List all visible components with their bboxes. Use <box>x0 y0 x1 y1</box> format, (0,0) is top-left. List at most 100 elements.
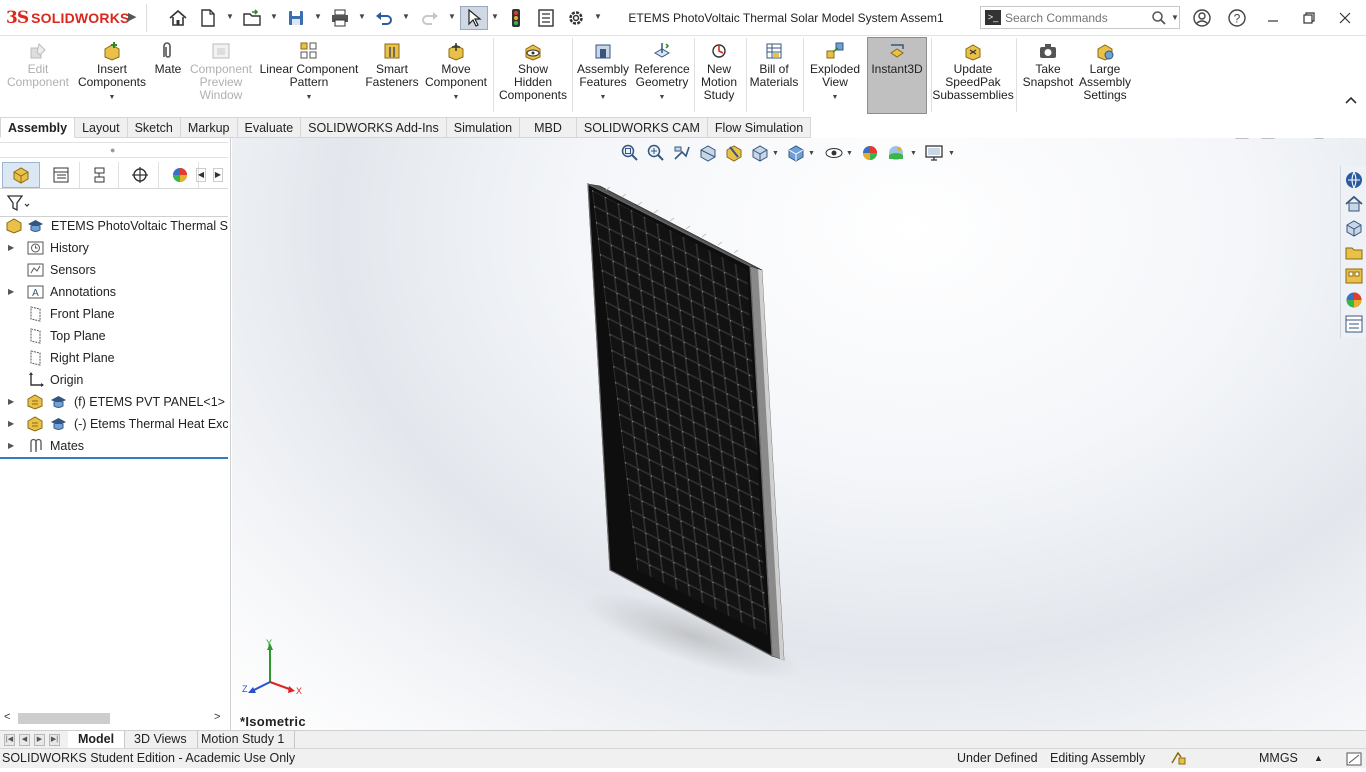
rebuild-traffic-light-icon[interactable] <box>504 6 528 30</box>
tree-item-mates[interactable]: ▶ Mates <box>0 435 228 457</box>
tree-item-heat-exchanger[interactable]: ▶ (-) Etems Thermal Heat Exchanger <box>0 413 228 435</box>
chevron-down-icon[interactable]: ▼ <box>633 91 691 104</box>
tab-cam[interactable]: SOLIDWORKS CAM <box>576 117 708 138</box>
design-library-home-icon[interactable] <box>1344 194 1364 214</box>
scroll-left-icon[interactable]: < <box>4 711 10 723</box>
expand-arrow-icon[interactable]: ▶ <box>8 237 14 259</box>
feature-manager-tab[interactable] <box>2 162 40 188</box>
tab-assembly[interactable]: Assembly <box>0 117 76 138</box>
custom-properties-icon[interactable] <box>1344 314 1364 334</box>
move-component-button[interactable]: Move Component ▼ <box>424 38 488 114</box>
scroll-thumb[interactable] <box>18 713 110 724</box>
help-icon[interactable]: ? <box>1224 6 1250 30</box>
linear-component-pattern-button[interactable]: Linear Component Pattern ▼ <box>258 38 360 114</box>
appearances-scenes-icon[interactable] <box>1344 290 1364 310</box>
tab-layout[interactable]: Layout <box>75 117 128 138</box>
chevron-down-icon[interactable]: ▼ <box>910 150 917 157</box>
new-motion-study-button[interactable]: New Motion Study <box>697 38 741 114</box>
assembly-features-button[interactable]: Assembly Features ▼ <box>575 38 631 114</box>
tree-rollback-bar[interactable] <box>0 457 228 459</box>
tab-sketch[interactable]: Sketch <box>127 117 181 138</box>
panel-splitter[interactable]: ● <box>0 142 228 158</box>
tree-item-right-plane[interactable]: Right Plane <box>0 347 228 369</box>
tile-right-icon[interactable] <box>1258 138 1278 144</box>
view-settings-monitor-icon[interactable] <box>924 143 944 163</box>
chevron-down-icon[interactable]: ▼ <box>424 91 488 104</box>
tree-item-annotations[interactable]: ▶ A Annotations <box>0 281 228 303</box>
chevron-down-icon[interactable]: ▼ <box>402 12 410 22</box>
chevron-down-icon[interactable]: ▼ <box>772 150 779 157</box>
reference-geometry-button[interactable]: Reference Geometry ▼ <box>633 38 691 114</box>
print-icon[interactable] <box>328 6 352 30</box>
mate-button[interactable]: Mate <box>152 38 184 114</box>
chevron-down-icon[interactable]: ▼ <box>226 12 234 22</box>
new-document-icon[interactable] <box>196 6 220 30</box>
chevron-down-icon[interactable]: ▼ <box>258 91 360 104</box>
quick-tips-icon[interactable] <box>1346 752 1362 772</box>
first-tab-icon[interactable]: |◀ <box>4 734 15 746</box>
tab-mbd[interactable]: MBD <box>520 117 577 138</box>
hide-show-items-icon[interactable] <box>824 143 844 163</box>
file-properties-icon[interactable] <box>534 6 558 30</box>
open-document-icon[interactable] <box>240 6 264 30</box>
view-orientation-icon[interactable] <box>750 143 770 163</box>
solidworks-resources-icon[interactable] <box>1344 170 1364 190</box>
expand-arrow-icon[interactable]: ▶ <box>8 435 14 457</box>
select-pointer-icon[interactable] <box>460 6 488 30</box>
tree-item-pvt-panel[interactable]: ▶ (f) ETEMS PVT PANEL<1> (Default) <box>0 391 228 413</box>
next-tab-icon[interactable]: ▶ <box>34 734 45 746</box>
take-snapshot-button[interactable]: Take Snapshot <box>1020 38 1076 114</box>
search-commands-box[interactable]: >_ ▼ <box>980 6 1180 29</box>
tab-markup[interactable]: Markup <box>180 117 238 138</box>
display-manager-tab[interactable] <box>161 162 199 188</box>
apply-scene-icon[interactable] <box>886 143 906 163</box>
view-palette-icon[interactable] <box>1344 266 1364 286</box>
chevron-down-icon[interactable]: ▼ <box>846 150 853 157</box>
tab-model[interactable]: Model <box>68 731 126 749</box>
zoom-to-fit-icon[interactable] <box>620 143 640 163</box>
chevron-down-icon[interactable]: ▼ <box>808 150 815 157</box>
restore-viewport-icon[interactable] <box>1310 138 1330 144</box>
configuration-manager-tab[interactable] <box>81 162 119 188</box>
chevron-down-icon[interactable]: ▼ <box>358 12 366 22</box>
options-gear-icon[interactable] <box>564 6 588 30</box>
save-icon[interactable] <box>284 6 308 30</box>
tab-scroll-right-icon[interactable]: ▶ <box>213 168 223 182</box>
chevron-down-icon[interactable]: ▼ <box>76 91 148 104</box>
chevron-down-icon[interactable]: ▼ <box>948 150 955 157</box>
design-library-parts-icon[interactable] <box>1344 218 1364 238</box>
restore-window-icon[interactable] <box>1296 6 1322 30</box>
graphics-area[interactable]: ▼ ▼ ▼ ▼ ▼ Y X Z *Isometric <box>232 138 1366 730</box>
component-preview-window-button[interactable]: Component Preview Window <box>186 38 256 114</box>
unit-system[interactable]: MMGS <box>1259 749 1298 768</box>
file-explorer-folder-icon[interactable] <box>1344 242 1364 262</box>
tree-root-assembly[interactable]: ETEMS PhotoVoltaic Thermal Solar Model S… <box>0 215 228 237</box>
horizontal-scrollbar[interactable]: < > <box>0 710 228 726</box>
edit-component-button[interactable]: Edit Component <box>4 38 72 114</box>
pvt-panel-3d-model[interactable] <box>572 178 802 688</box>
tree-item-top-plane[interactable]: Top Plane <box>0 325 228 347</box>
tab-3d-views[interactable]: 3D Views <box>124 731 198 749</box>
chevron-down-icon[interactable]: ▼ <box>491 12 499 22</box>
tab-addins[interactable]: SOLIDWORKS Add-Ins <box>301 117 447 138</box>
large-assembly-settings-button[interactable]: Large Assembly Settings <box>1078 38 1132 114</box>
zoom-to-area-icon[interactable] <box>646 143 666 163</box>
tile-left-icon[interactable] <box>1232 138 1252 144</box>
instant3d-button[interactable]: Instant3D <box>867 37 927 114</box>
exploded-view-button[interactable]: Exploded View ▼ <box>806 38 864 114</box>
undo-icon[interactable] <box>372 6 396 30</box>
chevron-down-icon[interactable]: ▼ <box>314 12 322 22</box>
search-icon[interactable] <box>1151 10 1167 26</box>
tab-flow-simulation[interactable]: Flow Simulation <box>707 117 812 138</box>
tree-item-history[interactable]: ▶ History <box>0 237 228 259</box>
close-viewport-icon[interactable] <box>1336 138 1356 144</box>
user-account-icon[interactable] <box>1189 6 1215 30</box>
smart-fasteners-button[interactable]: Smart Fasteners <box>364 38 420 114</box>
chevron-down-icon[interactable]: ▼ <box>575 91 631 104</box>
tree-item-front-plane[interactable]: Front Plane <box>0 303 228 325</box>
chevron-down-icon[interactable]: ▼ <box>1171 13 1179 22</box>
menu-expand-arrow-icon[interactable]: ▶ <box>128 10 136 23</box>
chevron-down-icon[interactable]: ▼ <box>270 12 278 22</box>
bill-of-materials-button[interactable]: Bill of Materials <box>749 38 799 114</box>
expand-arrow-icon[interactable]: ▶ <box>8 391 14 413</box>
